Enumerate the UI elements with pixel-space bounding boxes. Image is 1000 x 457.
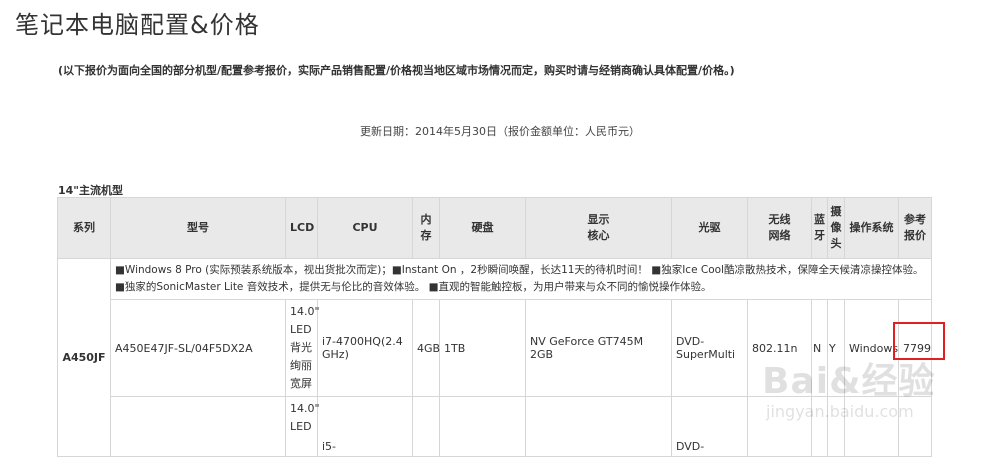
header-wifi-line1: 无线	[768, 213, 791, 226]
pricing-notice: (以下报价为面向全国的部分机型/配置参考报价，实际产品销售配置/价格视当地区域市…	[58, 64, 735, 77]
lcd-line: 背光	[290, 341, 312, 354]
update-date: 更新日期：2014年5月30日（报价金额单位：人民币元）	[360, 125, 640, 138]
header-ram: 内存	[412, 197, 440, 259]
header-bt-line2: 牙	[814, 229, 825, 242]
model-cell: A450E47JF-SL/04F5DX2A	[110, 299, 286, 397]
lcd-line: 绚丽	[290, 359, 312, 372]
camera-cell	[827, 396, 845, 457]
features-cell: ■Windows 8 Pro (实际预装系统版本，视出货批次而定)；■Insta…	[110, 258, 932, 300]
cpu-cell: i5-	[317, 396, 413, 457]
os-cell: Windows 8	[844, 299, 899, 397]
lcd-cell: 14.0" LED 背光绚丽宽屏	[285, 299, 320, 397]
lcd-line: 14.0"	[290, 402, 320, 415]
gpu-cell	[525, 396, 672, 457]
page-title: 笔记本电脑配置&价格	[15, 11, 260, 39]
table-row: A450E47JF-SL/04F5DX2A 14.0" LED 背光绚丽宽屏 i7-…	[58, 299, 932, 397]
header-cam-line1: 摄	[830, 205, 842, 218]
header-disk: 硬盘	[439, 197, 526, 259]
lcd-line: 宽屏	[290, 377, 312, 390]
header-gpu: 显示 核心	[525, 197, 672, 259]
bluetooth-cell	[811, 396, 828, 457]
ram-cell: 4GB	[412, 299, 440, 397]
header-bluetooth: 蓝牙	[811, 197, 828, 259]
header-cam-line3: 头	[830, 237, 842, 250]
header-cam-line2: 像	[830, 221, 842, 234]
header-price: 参考 报价	[898, 197, 932, 259]
price-highlight-box	[893, 322, 945, 360]
ram-cell	[412, 396, 440, 457]
cpu-cell: i7-4700HQ(2.4 GHz)	[317, 299, 413, 397]
drive-cell: DVD-	[671, 396, 748, 457]
header-gpu-line2: 核心	[587, 229, 610, 242]
drive-cell: DVD-SuperMulti	[671, 299, 748, 397]
series-cell: A450JF	[57, 258, 111, 457]
header-lcd: LCD	[285, 197, 318, 259]
header-camera: 摄像头	[827, 197, 845, 259]
lcd-line: LED	[290, 323, 312, 336]
header-wifi-line2: 网络	[768, 229, 791, 242]
header-os: 操作系统	[844, 197, 899, 259]
wifi-cell	[747, 396, 812, 457]
price-cell	[898, 396, 932, 457]
header-drive: 光驱	[671, 197, 748, 259]
header-wifi: 无线 网络	[747, 197, 812, 259]
header-price-line1: 参考	[904, 213, 926, 226]
lcd-line: LED	[290, 420, 312, 433]
lcd-line: 14.0"	[290, 305, 320, 318]
header-series: 系列	[57, 197, 111, 259]
header-gpu-line1: 显示	[587, 213, 610, 226]
camera-cell: Y	[827, 299, 845, 397]
header-model: 型号	[110, 197, 286, 259]
disk-cell: 1TB	[439, 299, 526, 397]
section-heading: 14"主流机型	[58, 184, 124, 197]
lcd-cell: 14.0" LED	[285, 396, 320, 457]
model-cell	[110, 396, 286, 457]
header-cpu: CPU	[317, 197, 413, 259]
table-header-row: 系列 型号 LCD CPU 内存 硬盘 显示 核心 光驱 无线 网络 蓝牙 摄像头 …	[57, 197, 932, 259]
disk-cell	[439, 396, 526, 457]
gpu-cell: NV GeForce GT745M 2GB	[525, 299, 672, 397]
wifi-cell: 802.11n	[747, 299, 812, 397]
header-price-line2: 报价	[904, 229, 926, 242]
os-cell	[844, 396, 899, 457]
header-bt-line1: 蓝	[814, 213, 825, 226]
bluetooth-cell: N	[811, 299, 828, 397]
table-row: 14.0" LED i5- DVD-	[58, 396, 932, 457]
features-row: A450JF ■Windows 8 Pro (实际预装系统版本，视出货批次而定)…	[57, 258, 932, 457]
spec-table: 系列 型号 LCD CPU 内存 硬盘 显示 核心 光驱 无线 网络 蓝牙 摄像头 …	[57, 197, 932, 457]
